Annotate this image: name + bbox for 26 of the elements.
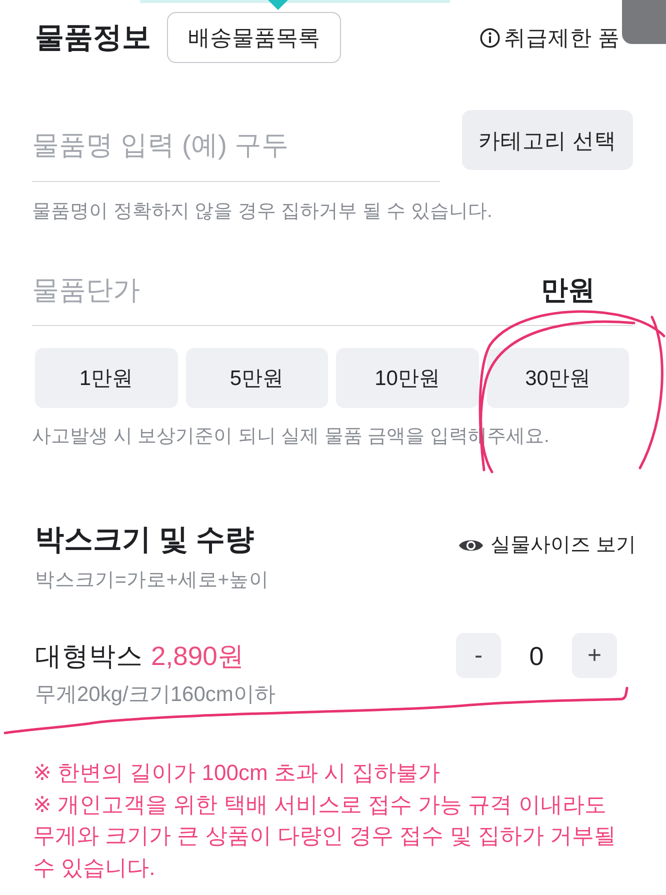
section-title: 박스크기 및 수량 [35, 523, 254, 558]
warning-note: ※ 개인고객을 위한 택배 서비스로 접수 가능 규격 이내라도 무게와 크기가 큰 상품이 다량인 경우 접수 및 집하가 거부될 수 있습니다. [33, 790, 618, 882]
price-preset-button[interactable]: 30만원 [486, 348, 629, 408]
section-title: 물품정보 [35, 20, 151, 56]
shipping-list-button[interactable]: 배송물품목록 [167, 12, 341, 63]
price-preset-button[interactable]: 5만원 [186, 348, 328, 408]
side-handle[interactable] [622, 0, 666, 44]
price-input[interactable]: 물품단가 [32, 262, 541, 318]
decrement-button[interactable]: - [456, 633, 501, 678]
unit-label: 만원 [541, 274, 595, 307]
real-size-link[interactable]: 실물사이즈 보기 [458, 532, 636, 558]
box-name: 대형박스 [35, 640, 143, 672]
category-button[interactable]: 카테고리 선택 [462, 110, 633, 170]
quantity-value: 0 [528, 640, 545, 672]
tooltip-pointer-icon [268, 0, 288, 10]
box-limits: 무게20kg/크기160cm이하 [35, 682, 276, 708]
item-name-input[interactable]: 물품명 입력 (예) 구두 [32, 110, 440, 182]
increment-button[interactable]: + [572, 633, 617, 678]
box-price: 2,890원 [151, 640, 244, 672]
restricted-items-link[interactable]: 취급제한 품 [480, 24, 620, 52]
item-name-hint: 물품명이 정확하지 않을 경우 집하거부 될 수 있습니다. [32, 200, 494, 224]
price-preset-button[interactable]: 1만원 [35, 348, 178, 408]
price-preset-button[interactable]: 10만원 [336, 348, 478, 408]
warning-note: ※ 한변의 길이가 100cm 초과 시 집하불가 [33, 759, 442, 787]
info-icon [480, 28, 500, 48]
box-size-formula: 박스크기=가로+세로+높이 [35, 568, 270, 592]
